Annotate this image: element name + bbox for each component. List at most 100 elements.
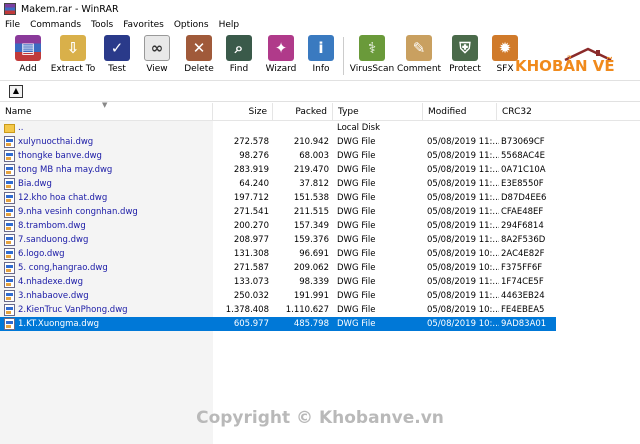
file-type: DWG File [337, 277, 376, 287]
file-packed: 209.062 [293, 263, 329, 273]
column-modified[interactable]: Modified [423, 103, 497, 121]
file-packed: 98.339 [299, 277, 329, 287]
extract-to-button[interactable]: ⇩ Extract To [50, 34, 96, 78]
find-binoculars-icon: ⌕ [226, 35, 252, 61]
test-button[interactable]: ✓ Test [100, 34, 134, 78]
protect-button[interactable]: ⛨ Protect [447, 34, 483, 78]
up-folder-button[interactable]: ▲ [9, 84, 23, 98]
dwg-file-icon [4, 318, 15, 330]
add-button[interactable]: ▤ Add [10, 34, 46, 78]
file-modified: 05/08/2019 11:... [427, 235, 499, 245]
file-type: DWG File [337, 151, 376, 161]
winrar-app-icon [4, 3, 16, 15]
menu-commands[interactable]: Commands [25, 20, 86, 30]
column-type[interactable]: Type [333, 103, 423, 121]
file-name: 2.KienTruc VanPhong.dwg [18, 305, 128, 315]
file-size: 98.276 [239, 151, 269, 161]
file-row[interactable]: 2.KienTruc VanPhong.dwg 1.378.408 1.110.62… [0, 303, 556, 317]
virusscan-button[interactable]: ⚕ VirusScan [350, 34, 394, 78]
file-row[interactable]: 1.KT.Xuongma.dwg 605.977 485.798 DWG File 05… [0, 317, 556, 331]
info-button[interactable]: i Info [306, 34, 336, 78]
file-row[interactable]: thongke banve.dwg 98.276 68.003 DWG File 05/… [0, 149, 556, 163]
column-size[interactable]: Size [213, 103, 273, 121]
file-crc32: E3E8550F [501, 179, 544, 189]
file-type: Local Disk [337, 123, 380, 133]
view-button[interactable]: ∞ View [140, 34, 174, 78]
file-crc32: CFAE48EF [501, 207, 544, 217]
file-crc32: F375FF6F [501, 263, 543, 273]
menu-help[interactable]: Help [214, 20, 245, 30]
file-row[interactable]: 4.nhadexe.dwg 133.073 98.339 DWG File 05/08/… [0, 275, 556, 289]
file-name: tong MB nha may.dwg [18, 165, 113, 175]
file-packed: 159.376 [293, 235, 329, 245]
file-packed: 485.798 [293, 319, 329, 329]
file-size: 1.378.408 [225, 305, 269, 315]
file-row[interactable]: 7.sanduong.dwg 208.977 159.376 DWG File 05/0… [0, 233, 556, 247]
file-crc32: 2AC4E82F [501, 249, 545, 259]
test-book-icon: ✓ [104, 35, 130, 61]
file-row[interactable]: Bia.dwg 64.240 37.812 DWG File 05/08/2019 11… [0, 177, 556, 191]
file-type: DWG File [337, 235, 376, 245]
dwg-file-icon [4, 192, 15, 204]
column-header: Name ▼ Size Packed Type Modified CRC32 [0, 101, 640, 121]
menu-options[interactable]: Options [169, 20, 214, 30]
file-row[interactable]: 3.nhabaove.dwg 250.032 191.991 DWG File 05/0… [0, 289, 556, 303]
file-row[interactable]: 12.kho hoa chat.dwg 197.712 151.538 DWG Fil… [0, 191, 556, 205]
file-packed: 210.942 [293, 137, 329, 147]
file-type: DWG File [337, 305, 376, 315]
delete-button[interactable]: ✕ Delete [181, 34, 217, 78]
info-icon: i [308, 35, 334, 61]
dwg-file-icon [4, 178, 15, 190]
column-packed[interactable]: Packed [273, 103, 333, 121]
file-crc32: 4463EB24 [501, 291, 545, 301]
file-packed: 96.691 [299, 249, 329, 259]
dwg-file-icon [4, 290, 15, 302]
view-glasses-icon: ∞ [144, 35, 170, 61]
file-name: 6.logo.dwg [18, 249, 65, 259]
menu-tools[interactable]: Tools [86, 20, 118, 30]
file-modified: 05/08/2019 11:... [427, 221, 499, 231]
title-bar: Makem.rar - WinRAR [0, 0, 640, 18]
file-type: DWG File [337, 319, 376, 329]
find-button[interactable]: ⌕ Find [224, 34, 254, 78]
file-name: 5. cong,hangrao.dwg [18, 263, 108, 273]
file-row[interactable]: .. Local Disk [0, 121, 556, 135]
file-size: 271.587 [233, 263, 269, 273]
file-packed: 157.349 [293, 221, 329, 231]
menu-favorites[interactable]: Favorites [118, 20, 169, 30]
file-list: Name ▼ Size Packed Type Modified CRC32 .… [0, 101, 640, 444]
file-row[interactable]: 6.logo.dwg 131.308 96.691 DWG File 05/08/201… [0, 247, 556, 261]
file-type: DWG File [337, 263, 376, 273]
file-size: 272.578 [233, 137, 269, 147]
file-name: thongke banve.dwg [18, 151, 102, 161]
file-modified: 05/08/2019 10:... [427, 319, 499, 329]
file-type: DWG File [337, 165, 376, 175]
file-packed: 37.812 [299, 179, 329, 189]
file-crc32: FE4EBEA5 [501, 305, 545, 315]
comment-button[interactable]: ✎ Comment [397, 34, 441, 78]
menu-file[interactable]: File [0, 20, 25, 30]
file-type: DWG File [337, 221, 376, 231]
file-size: 250.032 [233, 291, 269, 301]
file-row[interactable]: xulynuocthai.dwg 272.578 210.942 DWG File 05… [0, 135, 556, 149]
dwg-file-icon [4, 164, 15, 176]
file-type: DWG File [337, 207, 376, 217]
column-crc32[interactable]: CRC32 [497, 103, 559, 121]
wizard-button[interactable]: ✦ Wizard [263, 34, 299, 78]
file-type: DWG File [337, 179, 376, 189]
dwg-file-icon [4, 136, 15, 148]
file-size: 208.977 [233, 235, 269, 245]
file-modified: 05/08/2019 11:... [427, 277, 499, 287]
dwg-file-icon [4, 248, 15, 260]
file-crc32: 0A71C10A [501, 165, 546, 175]
file-type: DWG File [337, 137, 376, 147]
file-size: 271.541 [233, 207, 269, 217]
file-modified: 05/08/2019 11:... [427, 291, 499, 301]
file-name: 8.trambom.dwg [18, 221, 86, 231]
file-row[interactable]: 8.trambom.dwg 200.270 157.349 DWG File 05/08… [0, 219, 556, 233]
file-row[interactable]: 9.nha vesinh congnhan.dwg 271.541 211.515 D… [0, 205, 556, 219]
file-name: xulynuocthai.dwg [18, 137, 94, 147]
file-modified: 05/08/2019 11:... [427, 137, 499, 147]
file-row[interactable]: 5. cong,hangrao.dwg 271.587 209.062 DWG Fil… [0, 261, 556, 275]
file-row[interactable]: tong MB nha may.dwg 283.919 219.470 DWG Fil… [0, 163, 556, 177]
